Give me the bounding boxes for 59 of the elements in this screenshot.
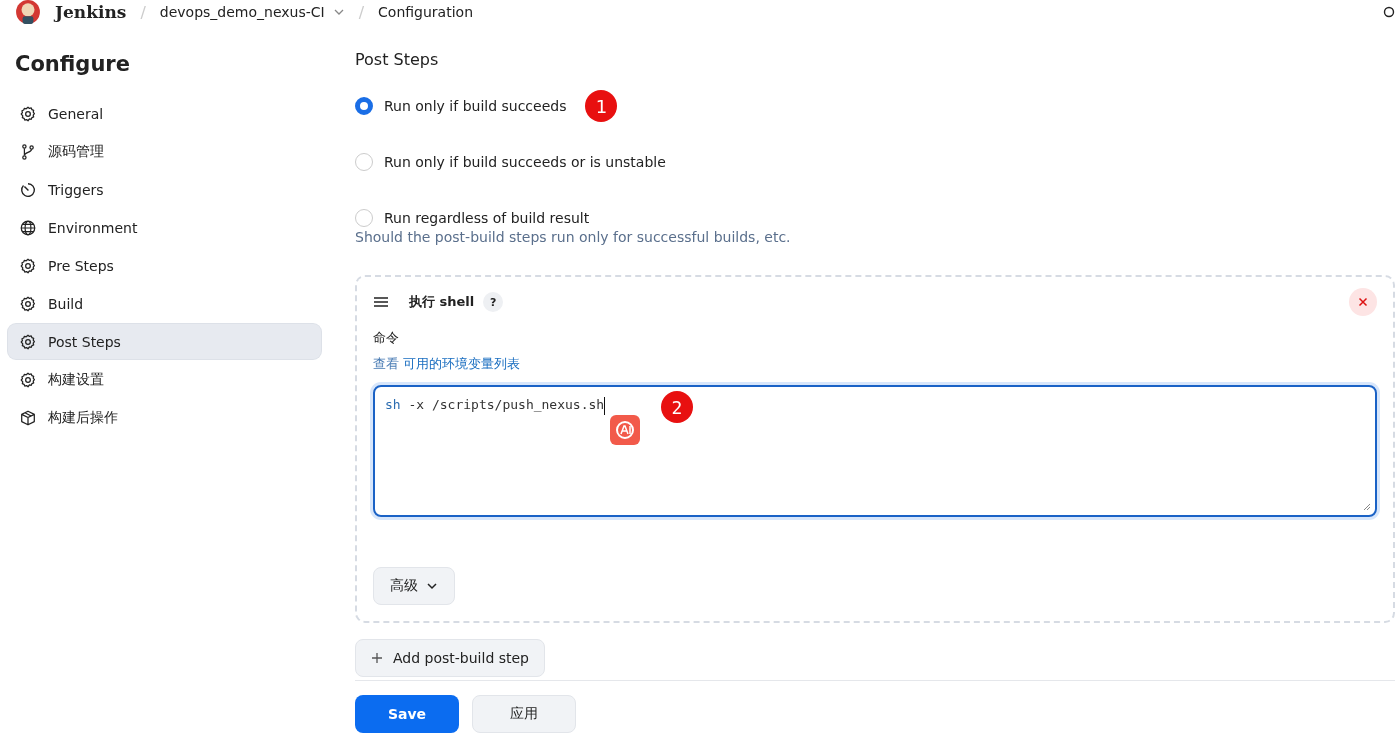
sidebar-item[interactable]: Post Steps	[8, 324, 321, 359]
plus-icon	[371, 652, 383, 664]
sidebar-item[interactable]: 构建后操作	[8, 400, 321, 435]
jenkins-wordmark[interactable]: Jenkins	[55, 2, 127, 22]
gear-icon	[19, 332, 37, 351]
butler-logo-icon[interactable]	[15, 0, 41, 25]
step-marker: 2	[661, 391, 693, 423]
sidebar-title: Configure	[15, 52, 131, 76]
sidebar-item-label: Build	[48, 295, 84, 312]
sidebar-item-label: 构建设置	[48, 370, 104, 389]
resize-grip-icon[interactable]	[1363, 503, 1371, 511]
sidebar-item[interactable]: 构建设置	[8, 362, 321, 397]
sidebar-item-label: General	[48, 105, 104, 122]
close-icon[interactable]	[1349, 288, 1377, 316]
save-button[interactable]: Save	[355, 695, 459, 733]
gear-icon	[19, 104, 37, 123]
env-variables-link[interactable]: 可用的环境变量列表	[403, 356, 521, 371]
search-icon[interactable]	[1383, 6, 1395, 18]
breadcrumb-link[interactable]: devops_demo_nexus-CI	[159, 4, 325, 20]
branch-icon	[19, 142, 37, 161]
sidebar-item-label: 构建后操作	[48, 408, 118, 427]
step-title: 执行 shell	[409, 293, 475, 311]
section-title: Post Steps	[355, 50, 440, 69]
sidebar-item[interactable]: Environment	[8, 210, 321, 245]
sidebar-item[interactable]: General	[8, 96, 321, 131]
add-step-button[interactable]: Add post-build step	[355, 639, 545, 677]
sidebar-item[interactable]: Build	[8, 286, 321, 321]
help-button[interactable]: ?	[483, 292, 504, 312]
env-prefix: 查看	[373, 356, 399, 371]
breadcrumb-separator: /	[140, 2, 146, 22]
sidebar-item-label: Pre Steps	[48, 257, 114, 274]
step-marker: 1	[585, 90, 618, 122]
breadcrumb-link[interactable]: Configuration	[378, 4, 473, 20]
radio-label[interactable]: Run regardless of build result	[384, 210, 590, 226]
command-field[interactable]: sh -x /scripts/push_nexus.sh 2	[373, 385, 1377, 517]
field-label: 命令	[373, 329, 400, 347]
globe-icon	[19, 218, 37, 237]
radio-button[interactable]	[355, 97, 373, 115]
apply-button[interactable]: 应用	[472, 695, 576, 733]
sidebar-item-label: Environment	[48, 219, 138, 236]
timer-icon	[19, 180, 37, 199]
sidebar-item-label: 源码管理	[48, 142, 104, 161]
sidebar-item[interactable]: Pre Steps	[8, 248, 321, 283]
drag-handle-icon[interactable]	[373, 296, 389, 308]
chevron-down-icon	[426, 580, 438, 592]
sidebar-item[interactable]: 源码管理	[8, 134, 321, 169]
gear-icon	[19, 294, 37, 313]
breadcrumb-separator: /	[358, 2, 365, 22]
sidebar-item-label: Post Steps	[48, 333, 121, 350]
help-text: Should the post-build steps run only for successful builds, etc.	[355, 229, 792, 245]
gear-icon	[19, 370, 37, 389]
gear-icon	[19, 256, 37, 275]
package-icon	[19, 408, 37, 427]
advanced-button[interactable]: 高级	[373, 567, 455, 605]
sidebar-item[interactable]: Triggers	[8, 172, 321, 207]
radio-label[interactable]: Run only if build succeeds or is unstable	[384, 154, 666, 170]
ai-assistant-icon[interactable]	[610, 415, 640, 445]
sidebar-item-label: Triggers	[48, 181, 104, 198]
radio-label[interactable]: Run only if build succeeds	[384, 98, 567, 114]
